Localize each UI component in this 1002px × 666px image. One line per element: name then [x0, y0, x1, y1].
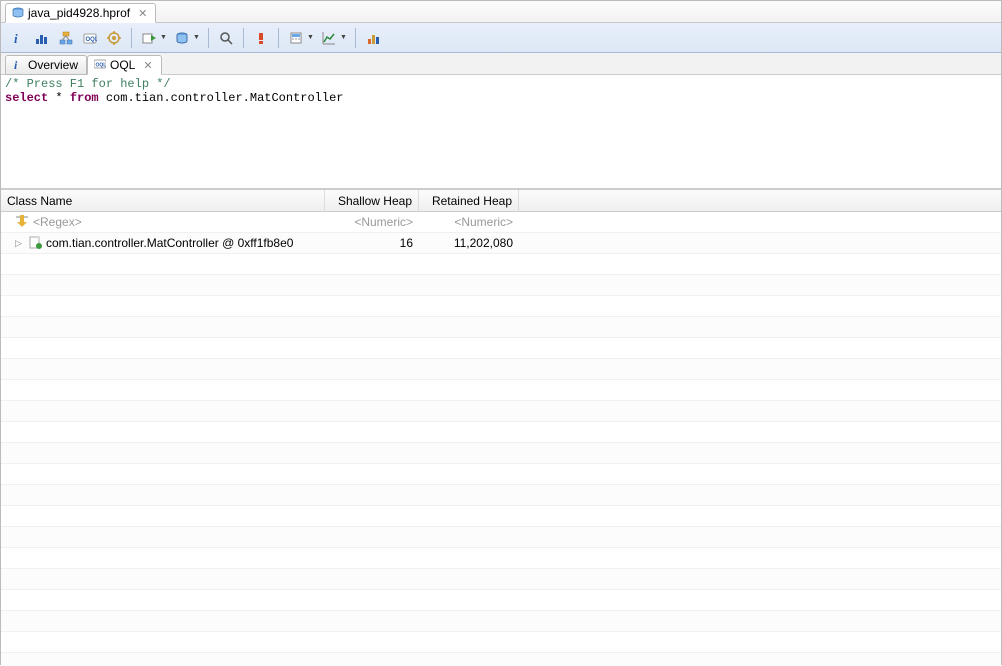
main-toolbar: i OQL ▼ ▼ ▼ ▼	[1, 23, 1001, 53]
run-query-button[interactable]	[138, 27, 160, 49]
empty-row	[1, 590, 1001, 611]
editor-classname: com.tian.controller.MatController	[99, 91, 344, 105]
heap-dump-icon	[12, 7, 24, 19]
retained-heap-value: 11,202,080	[419, 236, 519, 250]
toolbar-separator	[208, 28, 209, 48]
chart-button[interactable]	[318, 27, 340, 49]
chevron-down-icon[interactable]: ▼	[340, 34, 347, 41]
info-icon: i	[12, 58, 24, 73]
chevron-down-icon[interactable]: ▼	[193, 34, 200, 41]
svg-text:i: i	[14, 31, 18, 45]
table-body[interactable]: <Regex> <Numeric> <Numeric> ▷ com.tian.c…	[1, 212, 1001, 666]
results-table: Class Name Shallow Heap Retained Heap <R…	[1, 189, 1001, 666]
svg-text:i: i	[14, 58, 18, 70]
column-header-classname[interactable]: Class Name	[1, 190, 325, 211]
table-row[interactable]: ▷ com.tian.controller.MatController @ 0x…	[1, 233, 1001, 254]
view-tab-bar: i Overview OQL OQL ✕	[1, 53, 1001, 75]
editor-comment: /* Press F1 for help */	[5, 77, 171, 91]
tab-overview[interactable]: i Overview	[5, 55, 87, 75]
empty-row	[1, 380, 1001, 401]
info-button[interactable]: i	[7, 27, 29, 49]
histogram-button[interactable]	[31, 27, 53, 49]
empty-row	[1, 611, 1001, 632]
tab-oql[interactable]: OQL OQL ✕	[87, 55, 162, 75]
toolbar-separator	[243, 28, 244, 48]
editor-keyword-select: select	[5, 91, 48, 105]
toolbar-separator	[131, 28, 132, 48]
filter-retained-placeholder[interactable]: <Numeric>	[419, 215, 519, 229]
expand-arrow-icon[interactable]: ▷	[15, 238, 24, 249]
shallow-heap-value: 16	[325, 236, 419, 250]
chevron-down-icon[interactable]: ▼	[307, 34, 314, 41]
empty-row	[1, 422, 1001, 443]
filter-name-cell[interactable]: <Regex>	[1, 214, 325, 231]
svg-text:OQL: OQL	[86, 37, 98, 43]
empty-row	[1, 485, 1001, 506]
table-header-row: Class Name Shallow Heap Retained Heap	[1, 190, 1001, 212]
empty-row	[1, 338, 1001, 359]
gear-button[interactable]	[103, 27, 125, 49]
db-button[interactable]	[171, 27, 193, 49]
empty-row	[1, 359, 1001, 380]
oql-editor[interactable]: /* Press F1 for help */ select * from co…	[1, 75, 1001, 189]
file-tab-bar: java_pid4928.hprof ✕	[1, 1, 1001, 23]
oql-icon: OQL	[94, 58, 106, 73]
svg-text:OQL: OQL	[96, 62, 107, 68]
toolbar-separator	[355, 28, 356, 48]
column-header-retained[interactable]: Retained Heap	[419, 190, 519, 211]
empty-row	[1, 632, 1001, 653]
totals-button[interactable]	[362, 27, 384, 49]
empty-row	[1, 401, 1001, 422]
column-header-shallow[interactable]: Shallow Heap	[325, 190, 419, 211]
class-instance-icon	[28, 235, 42, 252]
empty-row	[1, 527, 1001, 548]
close-icon[interactable]: ✕	[143, 59, 152, 72]
empty-row	[1, 653, 1001, 666]
close-icon[interactable]: ✕	[138, 7, 147, 20]
empty-row	[1, 296, 1001, 317]
file-tab[interactable]: java_pid4928.hprof ✕	[5, 3, 156, 23]
calc-button[interactable]	[285, 27, 307, 49]
filter-regex-placeholder: <Regex>	[33, 215, 82, 229]
dominator-tree-button[interactable]	[55, 27, 77, 49]
editor-keyword-from: from	[70, 91, 99, 105]
empty-row	[1, 443, 1001, 464]
filter-shallow-placeholder[interactable]: <Numeric>	[325, 215, 419, 229]
search-button[interactable]	[215, 27, 237, 49]
filter-row: <Regex> <Numeric> <Numeric>	[1, 212, 1001, 233]
empty-row	[1, 254, 1001, 275]
empty-row	[1, 464, 1001, 485]
empty-row	[1, 548, 1001, 569]
oql-button[interactable]: OQL	[79, 27, 101, 49]
overview-tab-label: Overview	[28, 58, 78, 72]
class-name-value: com.tian.controller.MatController @ 0xff…	[46, 236, 293, 250]
empty-row	[1, 275, 1001, 296]
chevron-down-icon[interactable]: ▼	[160, 34, 167, 41]
empty-row	[1, 569, 1001, 590]
empty-row	[1, 317, 1001, 338]
oql-tab-label: OQL	[110, 58, 135, 72]
file-tab-title: java_pid4928.hprof	[28, 6, 130, 20]
filter-icon	[15, 214, 29, 231]
toolbar-separator	[278, 28, 279, 48]
empty-row	[1, 506, 1001, 527]
problem-button[interactable]	[250, 27, 272, 49]
